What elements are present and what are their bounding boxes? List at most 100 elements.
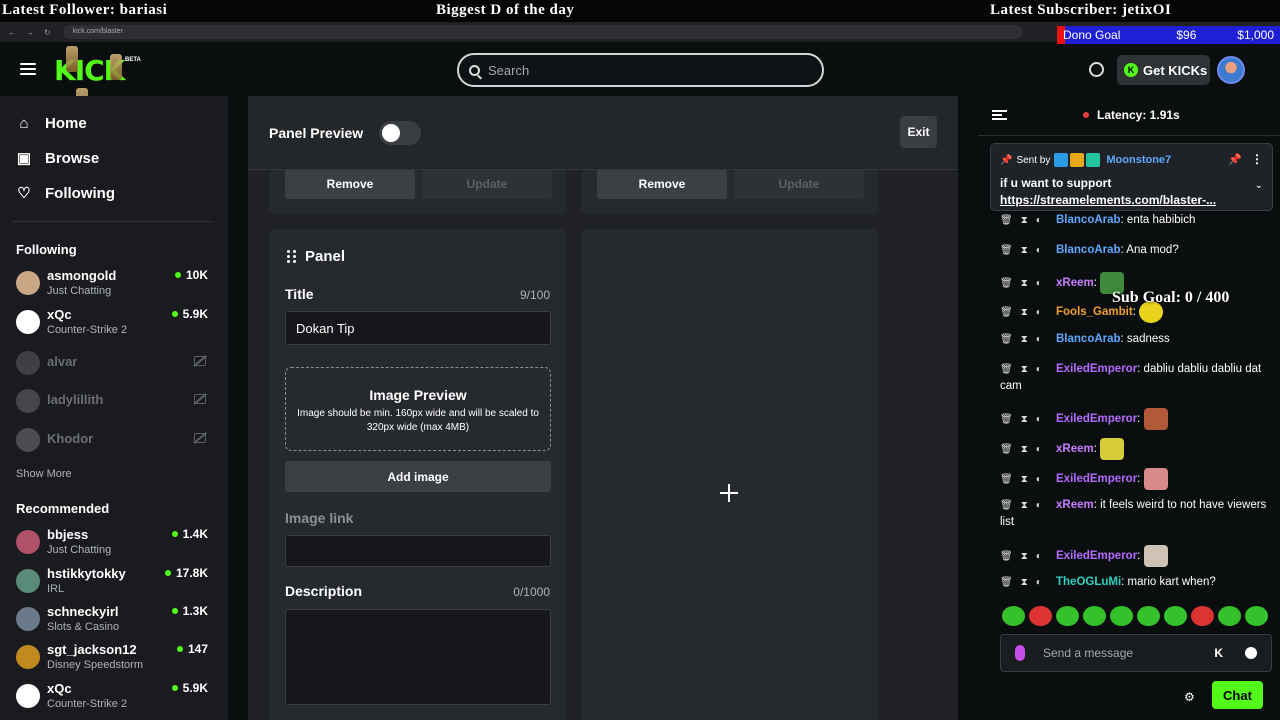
avatar xyxy=(16,607,40,631)
image-preview-dropzone[interactable]: Image Preview Image should be min. 160px… xyxy=(285,367,551,451)
live-dot-icon xyxy=(164,570,171,576)
get-kicks-button[interactable]: K Get KICKs xyxy=(1117,55,1210,85)
beta-badge: BETA xyxy=(125,57,141,63)
heart-icon: ♡ xyxy=(17,184,31,202)
remove-button[interactable]: Remove xyxy=(285,169,415,199)
mod-actions-icon: 🗑⧗◐ xyxy=(1000,307,1050,319)
forward-icon[interactable]: → xyxy=(26,28,34,37)
chat-settings-icon[interactable]: ⚙ xyxy=(1184,690,1195,704)
avatar xyxy=(16,351,40,375)
menu-icon[interactable] xyxy=(20,63,36,75)
mod-actions-icon: 🗑⧗◐ xyxy=(1000,444,1050,456)
panel-editor: Remove Update Remove Update Panel Previe… xyxy=(248,96,958,720)
exit-button[interactable]: Exit xyxy=(900,116,937,148)
title-input[interactable]: Dokan Tip xyxy=(285,311,551,345)
mod-actions-icon: 🗑⧗◐ xyxy=(1000,364,1050,375)
description-textarea[interactable] xyxy=(285,609,551,705)
rewards-icon[interactable] xyxy=(1089,62,1104,77)
chat-send-button[interactable]: Chat xyxy=(1212,681,1263,709)
microphone-icon[interactable] xyxy=(1015,645,1025,661)
sidebar-item-following[interactable]: ♡ Following xyxy=(16,185,115,202)
channel-item[interactable]: hstikkytokky IRL 17.8K xyxy=(16,566,212,600)
viewer-count: 5.9K xyxy=(171,681,208,695)
channel-item[interactable]: alvar xyxy=(16,348,212,382)
chat-message: 🗑⧗◐ ExiledEmperor: dabliu dabliu dabliu d… xyxy=(1000,363,1262,392)
avatar xyxy=(16,684,40,708)
sidebar-item-home[interactable]: ⌂ Home xyxy=(16,115,86,132)
collapse-chat-icon[interactable] xyxy=(992,110,1007,120)
emote-icon[interactable] xyxy=(1137,606,1160,626)
channel-item[interactable]: bbjess Just Chatting 1.4K xyxy=(16,527,212,561)
panel-preview-toggle[interactable] xyxy=(379,121,421,145)
viewer-count: 10K xyxy=(174,268,208,282)
emote-icon xyxy=(1143,545,1168,567)
divider xyxy=(12,221,214,222)
channel-item[interactable]: sgt_jackson12 Disney Speedstorm 147 xyxy=(16,642,212,676)
mod-actions-icon: 🗑⧗◐ xyxy=(1000,551,1050,563)
panel-preview-label: Panel Preview xyxy=(269,125,364,141)
sidebar-item-browse[interactable]: ▣ Browse xyxy=(16,150,99,167)
emote-icon[interactable] xyxy=(1029,606,1052,626)
emote-icon[interactable] xyxy=(1245,606,1268,626)
emote-icon[interactable] xyxy=(1002,606,1025,626)
mod-actions-icon: 🗑⧗◐ xyxy=(1000,414,1050,426)
emote-icon[interactable] xyxy=(1110,606,1133,626)
update-button[interactable]: Update xyxy=(422,169,552,199)
avatar[interactable] xyxy=(1217,56,1245,84)
mod-actions-icon: 🗑⧗◐ xyxy=(1000,215,1050,226)
emote-icon[interactable] xyxy=(1083,606,1106,626)
drag-handle-icon[interactable] xyxy=(287,250,297,264)
title-label: Title xyxy=(285,286,314,302)
emote-icon[interactable] xyxy=(1056,606,1079,626)
mod-actions-icon: 🗑⧗◐ xyxy=(1000,577,1050,588)
chat-message: 🗑⧗◐ ExiledEmperor: xyxy=(1000,468,1270,490)
channel-item[interactable]: asmongold Just Chatting 10K xyxy=(16,268,212,302)
show-more-link[interactable]: Show More xyxy=(16,468,72,480)
mod-actions-icon: 🗑⧗◐ xyxy=(1000,334,1050,345)
search-input[interactable]: Search xyxy=(457,53,824,87)
chat-message: 🗑⧗◐ BlancoArab: enta habibich xyxy=(1000,212,1270,229)
chat-message: 🗑⧗◐ BlancoArab: Ana mod? xyxy=(1000,242,1270,259)
mod-actions-icon: 🗑⧗◐ xyxy=(1000,500,1050,511)
viewer-count: 147 xyxy=(176,642,208,656)
remove-button[interactable]: Remove xyxy=(597,169,727,199)
emoji-picker-icon[interactable] xyxy=(1245,647,1257,659)
more-options-icon[interactable]: ⋮ xyxy=(1251,152,1263,166)
emote-icon[interactable] xyxy=(1218,606,1241,626)
channel-item[interactable]: xQc Counter-Strike 2 5.9K xyxy=(16,307,212,341)
emote-icon xyxy=(1100,438,1125,460)
channel-item[interactable]: schneckyirl Slots & Casino 1.3K xyxy=(16,604,212,638)
pinned-username[interactable]: Moonstone7 xyxy=(1106,154,1171,166)
add-panel-card[interactable] xyxy=(581,229,878,720)
address-bar[interactable]: kick.com/blaster xyxy=(62,25,1023,39)
following-heading: Following xyxy=(16,242,77,257)
update-button[interactable]: Update xyxy=(734,169,864,199)
plus-icon xyxy=(720,484,738,502)
chat-message-input[interactable]: Send a message K xyxy=(1000,634,1272,672)
emote-icon[interactable] xyxy=(1164,606,1187,626)
panel-heading: Panel xyxy=(305,248,346,265)
live-dot-icon xyxy=(171,311,178,317)
pinned-link[interactable]: https://streamelements.com/blaster-... xyxy=(1000,193,1235,207)
unpin-icon[interactable]: 📌 xyxy=(1228,153,1242,166)
reload-icon[interactable]: ↻ xyxy=(44,28,51,37)
avatar xyxy=(16,645,40,669)
channel-item[interactable]: Khodor xyxy=(16,425,212,459)
kick-emote-icon[interactable]: K xyxy=(1214,646,1223,660)
emote-icon[interactable] xyxy=(1191,606,1214,626)
live-dot-icon xyxy=(176,646,183,652)
recommended-heading: Recommended xyxy=(16,501,110,516)
channel-item[interactable]: ladylillith xyxy=(16,386,212,420)
search-icon xyxy=(469,64,480,76)
channel-item[interactable]: xQc Counter-Strike 2 5.9K xyxy=(16,681,212,715)
pinned-message: 📌 Sent by Moonstone7 📌 ⋮ if u want to su… xyxy=(990,143,1273,211)
chevron-down-icon[interactable]: ⌄ xyxy=(1255,180,1263,191)
add-image-button[interactable]: Add image xyxy=(285,461,551,492)
panel-form: Panel Title 9/100 Dokan Tip Image Previe… xyxy=(269,229,566,720)
title-char-count: 9/100 xyxy=(519,288,550,302)
dono-goal-label: Dono Goal xyxy=(1063,28,1121,42)
panel-preview-bar: Panel Preview Exit xyxy=(248,96,958,170)
back-icon[interactable]: ← xyxy=(8,28,16,37)
image-link-input[interactable] xyxy=(285,535,551,567)
chat-header: Latency: 1.91s xyxy=(978,96,1280,136)
